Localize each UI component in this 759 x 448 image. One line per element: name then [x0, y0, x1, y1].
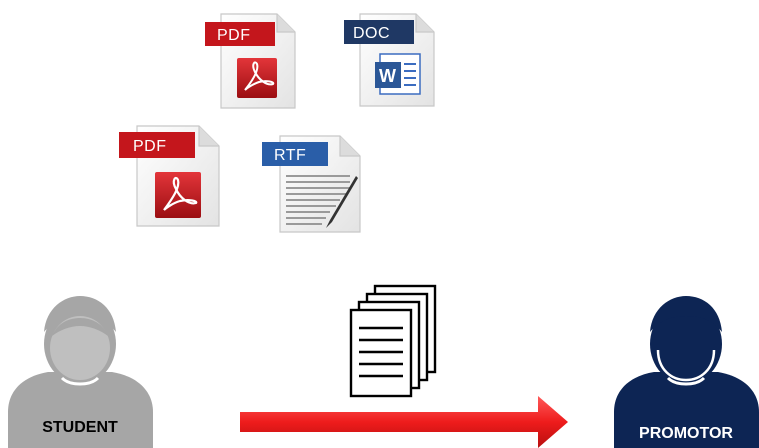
doc-file-icon: DOC W: [344, 13, 435, 107]
document-stack-icon: [349, 284, 437, 398]
pdf-file-icon: PDF: [119, 125, 220, 227]
file-tag-label: DOC: [353, 25, 390, 42]
svg-text:W: W: [379, 66, 396, 86]
student-person-icon: STUDENT: [8, 296, 153, 448]
promotor-person-icon: PROMOTOR: [614, 296, 759, 448]
student-label: STUDENT: [42, 419, 118, 436]
transfer-arrow-icon: [240, 396, 568, 448]
word-document-icon: W: [375, 53, 421, 95]
file-tag-label: RTF: [274, 147, 306, 164]
file-tag-label: PDF: [133, 138, 167, 155]
rtf-file-icon: RTF: [262, 135, 361, 233]
promotor-label: PROMOTOR: [639, 425, 733, 442]
pdf-file-icon: PDF: [205, 13, 296, 109]
file-tag-label: PDF: [217, 27, 251, 44]
